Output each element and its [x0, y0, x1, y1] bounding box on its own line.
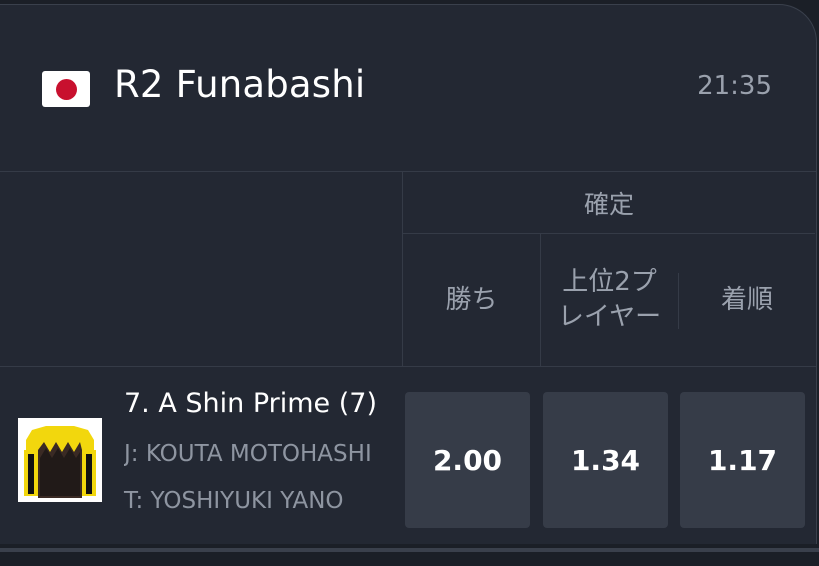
- column-header-top2: 上位2プレイヤー: [541, 234, 678, 366]
- race-card: R2 Funabashi 21:35 確定 勝ち 上位2プレイヤー 着順 7. …: [0, 4, 817, 544]
- odds-button-place[interactable]: 1.17: [680, 392, 805, 528]
- market-group-label: 確定: [403, 172, 815, 234]
- trainer-name: T: YOSHIYUKI YANO: [124, 488, 344, 514]
- race-start-time: 21:35: [697, 71, 772, 101]
- row-divider: [0, 366, 816, 367]
- bottom-divider: [0, 548, 819, 552]
- japan-flag-icon: [42, 71, 90, 107]
- odds-button-top2[interactable]: 1.34: [543, 392, 668, 528]
- column-header-top2-label: 上位2プレイヤー: [557, 267, 662, 332]
- race-title[interactable]: R2 Funabashi: [114, 63, 365, 106]
- odds-button-win[interactable]: 2.00: [405, 392, 530, 528]
- jockey-silks-icon: [18, 418, 102, 502]
- column-header-win: 勝ち: [445, 284, 498, 315]
- runner-name: 7. A Shin Prime (7): [124, 388, 377, 419]
- race-header: R2 Funabashi 21:35: [0, 5, 816, 172]
- jockey-name: J: KOUTA MOTOHASHI: [124, 441, 372, 467]
- column-header-place: 着順: [720, 284, 773, 315]
